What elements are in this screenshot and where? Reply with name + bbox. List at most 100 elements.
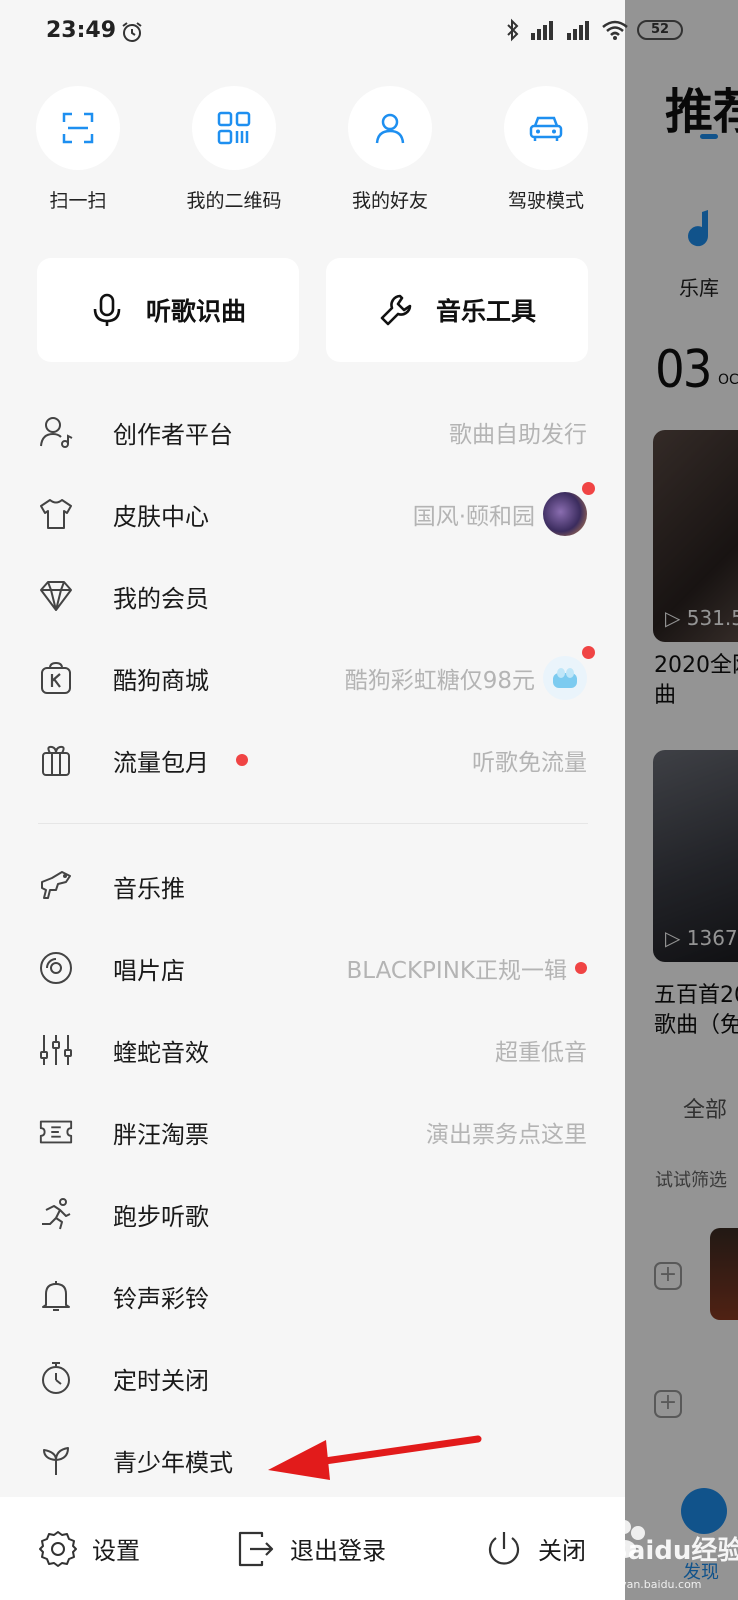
quick-action-circle[interactable] <box>348 86 432 170</box>
menu-item-label: 铃声彩铃 <box>113 1284 209 1313</box>
bluetooth-icon <box>507 18 519 42</box>
quick-action-scan[interactable]: 扫一扫 <box>0 86 156 213</box>
earbuds-thumbnail <box>543 646 595 700</box>
side-drawer: 23:49 52 扫一扫 我的二维码 我的好友 驾驶模式 听歌识曲 音乐工具 创… <box>0 0 683 1600</box>
menu-item-label: 音乐推 <box>113 874 185 903</box>
status-time: 23:49 <box>46 18 117 43</box>
settings-button[interactable]: 设置 <box>38 1497 140 1600</box>
menu-divider <box>38 823 588 824</box>
quick-action-driving-mode[interactable]: 驾驶模式 <box>468 86 624 213</box>
bell-icon <box>38 1278 74 1314</box>
signal-icon <box>567 21 589 40</box>
notification-dot <box>236 754 248 766</box>
playlist-card[interactable]: ▷ 1367. <box>653 750 738 962</box>
menu-item-music-push[interactable]: 音乐推 <box>0 845 625 927</box>
quick-action-circle[interactable] <box>504 86 588 170</box>
hint-text: 歌曲自助发行 <box>449 422 587 448</box>
microphone-icon <box>93 293 121 326</box>
menu-item-record-store[interactable]: 唱片店 BLACKPINK正规一辑 <box>0 927 625 1009</box>
signal-icon <box>531 21 553 40</box>
menu-item-label: 酷狗商城 <box>113 666 209 695</box>
menu-item-label: 跑步听歌 <box>113 1202 209 1231</box>
filter-hint: 试试筛选 <box>655 1170 727 1191</box>
quick-action-qr-code[interactable]: 我的二维码 <box>156 86 312 213</box>
menu-item-data-plan[interactable]: 流量包月 听歌免流量 <box>0 719 625 801</box>
menu-item-running[interactable]: 跑步听歌 <box>0 1173 625 1255</box>
hint-text: 国风·颐和园 <box>412 504 535 530</box>
close-app-label: 关闭 <box>538 1537 586 1565</box>
playlist-card[interactable]: ▷ 531.5 <box>653 430 738 642</box>
menu-item-label: 唱片店 <box>113 956 185 985</box>
date-day: 03 <box>655 340 712 400</box>
menu-item-hint: 演出票务点这里 <box>426 1115 587 1149</box>
date-month: OCT <box>718 372 738 388</box>
tab-indicator <box>700 134 718 139</box>
music-tools-label: 音乐工具 <box>435 297 536 326</box>
logout-button[interactable]: 退出登录 <box>236 1497 386 1600</box>
quick-action-label: 我的二维码 <box>186 190 282 212</box>
song-recognition-button[interactable]: 听歌识曲 <box>37 258 299 362</box>
system-indicators: 52 <box>505 18 683 42</box>
menu-item-teen-mode[interactable]: 青少年模式 <box>0 1419 625 1501</box>
all-filter[interactable]: 全部 <box>683 1092 727 1124</box>
page-title: 推荐 <box>665 84 738 140</box>
close-app-button[interactable]: 关闭 <box>484 1497 586 1600</box>
creator-icon <box>38 414 74 450</box>
notification-dot <box>582 482 595 495</box>
quick-action-friends[interactable]: 我的好友 <box>312 86 468 213</box>
music-tools-button[interactable]: 音乐工具 <box>326 258 588 362</box>
hint-text: 酷狗彩虹糖仅98元 <box>344 668 535 694</box>
menu-item-creator-platform[interactable]: 创作者平台 歌曲自助发行 <box>0 391 625 473</box>
wifi-icon <box>602 20 628 40</box>
menu-item-ringtone[interactable]: 铃声彩铃 <box>0 1255 625 1337</box>
menu-item-membership[interactable]: 我的会员 <box>0 555 625 637</box>
tshirt-icon <box>38 496 74 532</box>
watermark-url: jingyan.baidu.com <box>600 1578 702 1591</box>
power-icon <box>488 1531 520 1565</box>
watermark-text: Baidu经验 <box>608 1536 738 1566</box>
car-icon <box>529 116 563 141</box>
notification-dot <box>582 646 595 659</box>
menu-item-kugou-mall[interactable]: 酷狗商城 酷狗彩虹糖仅98元 <box>0 637 625 719</box>
earbuds-icon <box>553 668 577 688</box>
menu-item-skin-center[interactable]: 皮肤中心 国风·颐和园 <box>0 473 625 555</box>
settings-label: 设置 <box>92 1537 140 1565</box>
shop-bag-icon <box>38 660 74 696</box>
alarm-icon <box>122 22 142 42</box>
quick-actions: 扫一扫 我的二维码 我的好友 驾驶模式 <box>0 86 625 216</box>
menu-item-label: 青少年模式 <box>113 1448 233 1477</box>
music-push-icon <box>38 868 74 904</box>
quick-action-circle[interactable] <box>36 86 120 170</box>
play-count: ▷ 1367. <box>665 926 738 950</box>
music-library-icon[interactable] <box>680 206 726 252</box>
menu-item-hint: 听歌免流量 <box>472 743 587 777</box>
battery-indicator: 52 <box>637 20 683 40</box>
menu-item-hint: 超重低音 <box>495 1033 587 1067</box>
playlist-title-line2: 曲 <box>654 683 677 708</box>
wrench-icon <box>380 294 412 326</box>
quick-action-label: 驾驶模式 <box>507 190 584 212</box>
hint-text: 听歌免流量 <box>472 750 587 776</box>
menu-item-label: 皮肤中心 <box>113 502 209 531</box>
song-thumbnail <box>710 1228 738 1320</box>
playlist-title-line2: 歌曲（免 <box>654 1013 738 1038</box>
play-count: ▷ 531.5 <box>665 606 738 630</box>
menu-item-hint: 歌曲自助发行 <box>449 415 587 449</box>
friend-icon <box>375 113 405 144</box>
menu-item-hint: BLACKPINK正规一辑 <box>346 951 587 985</box>
qr-code-icon <box>217 111 251 145</box>
menu-item-label: 创作者平台 <box>113 420 233 449</box>
menu-item-label: 定时关闭 <box>113 1366 209 1395</box>
quick-action-label: 我的好友 <box>351 190 428 212</box>
background-page: 推荐 乐库 03 OCT ▷ 531.5 2020全网 曲 ▷ 1367. 五百… <box>625 0 738 1600</box>
hint-text: BLACKPINK正规一辑 <box>346 958 567 984</box>
add-icon[interactable]: + <box>654 1262 682 1290</box>
skin-thumbnail <box>543 482 595 536</box>
logout-label: 退出登录 <box>290 1537 386 1565</box>
notification-dot <box>575 962 587 974</box>
menu-item-tickets[interactable]: 胖汪淘票 演出票务点这里 <box>0 1091 625 1173</box>
menu-item-sound-effects[interactable]: 蝰蛇音效 超重低音 <box>0 1009 625 1091</box>
menu-item-sleep-timer[interactable]: 定时关闭 <box>0 1337 625 1419</box>
add-icon[interactable]: + <box>654 1390 682 1418</box>
quick-action-circle[interactable] <box>192 86 276 170</box>
